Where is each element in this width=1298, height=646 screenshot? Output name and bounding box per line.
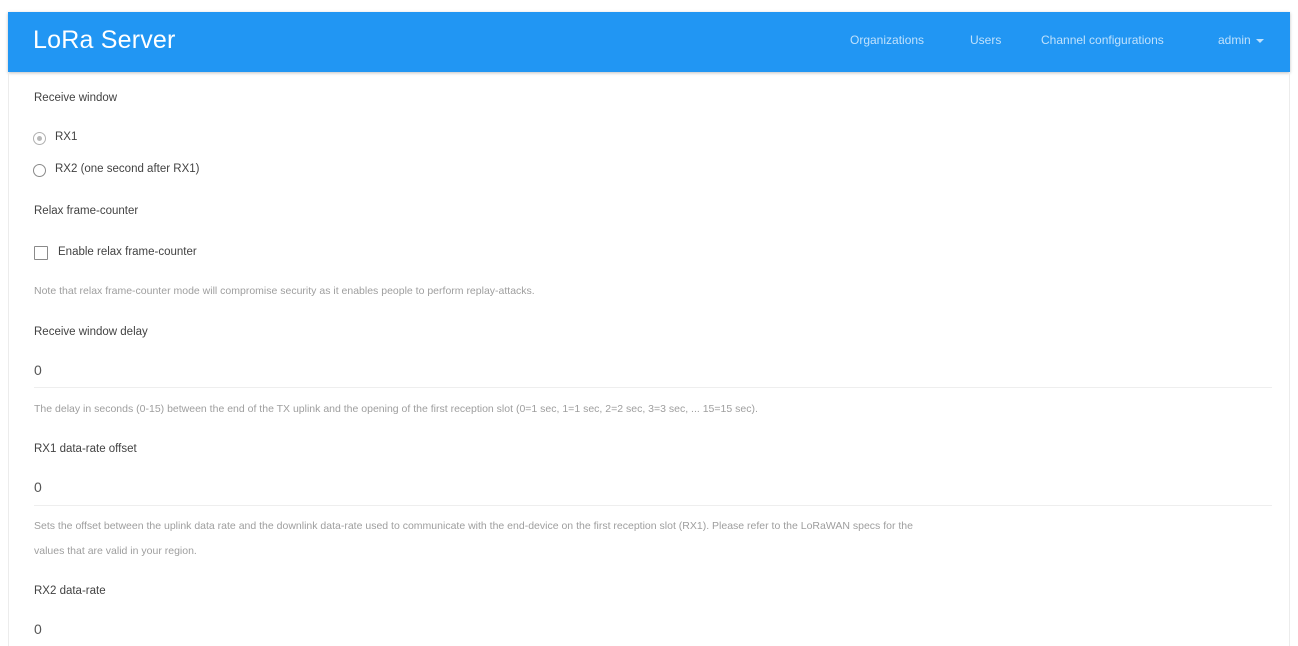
receive-window-label: Receive window xyxy=(34,92,118,104)
input-underline xyxy=(34,505,1272,506)
caret-down-icon xyxy=(1255,38,1264,43)
receive-window-delay-input[interactable]: 0 xyxy=(34,362,42,378)
rx1-data-rate-offset-help-line1: Sets the offset between the uplink data … xyxy=(34,520,913,532)
relax-frame-counter-help: Note that relax frame-counter mode will … xyxy=(34,285,535,297)
radio-rx2-label: RX2 (one second after RX1) xyxy=(55,163,200,175)
rx1-data-rate-offset-label: RX1 data-rate offset xyxy=(34,443,137,455)
app-title[interactable]: LoRa Server xyxy=(33,26,176,55)
app-bar: LoRa Server Organizations Users Channel … xyxy=(8,12,1290,72)
rx2-data-rate-input[interactable]: 0 xyxy=(34,621,42,637)
form-card xyxy=(8,72,1290,646)
radio-rx2-control[interactable] xyxy=(33,164,46,177)
radio-rx1[interactable]: RX1 xyxy=(33,131,93,149)
radio-rx1-control[interactable] xyxy=(33,132,46,145)
rx1-data-rate-offset-help-line2: values that are valid in your region. xyxy=(34,545,197,557)
receive-window-delay-label: Receive window delay xyxy=(34,326,148,338)
receive-window-delay-help: The delay in seconds (0-15) between the … xyxy=(34,403,758,415)
relax-frame-counter-label: Relax frame-counter xyxy=(34,205,139,217)
relax-frame-counter-checkbox[interactable]: Enable relax frame-counter xyxy=(34,246,254,264)
admin-menu[interactable]: admin xyxy=(1218,33,1264,47)
rx2-data-rate-label: RX2 data-rate xyxy=(34,585,106,597)
input-underline xyxy=(34,387,1272,388)
checkbox-control[interactable] xyxy=(34,246,48,260)
radio-rx2[interactable]: RX2 (one second after RX1) xyxy=(33,163,253,181)
checkbox-label: Enable relax frame-counter xyxy=(58,246,197,258)
nav-users[interactable]: Users xyxy=(970,33,1001,47)
radio-rx1-label: RX1 xyxy=(55,131,78,143)
nav-organizations[interactable]: Organizations xyxy=(850,33,924,47)
radio-dot-icon xyxy=(36,135,42,141)
rx1-data-rate-offset-input[interactable]: 0 xyxy=(34,479,42,495)
nav-channel-configurations[interactable]: Channel configurations xyxy=(1041,33,1164,47)
admin-label: admin xyxy=(1218,33,1251,47)
page: LoRa Server Organizations Users Channel … xyxy=(0,0,1298,646)
